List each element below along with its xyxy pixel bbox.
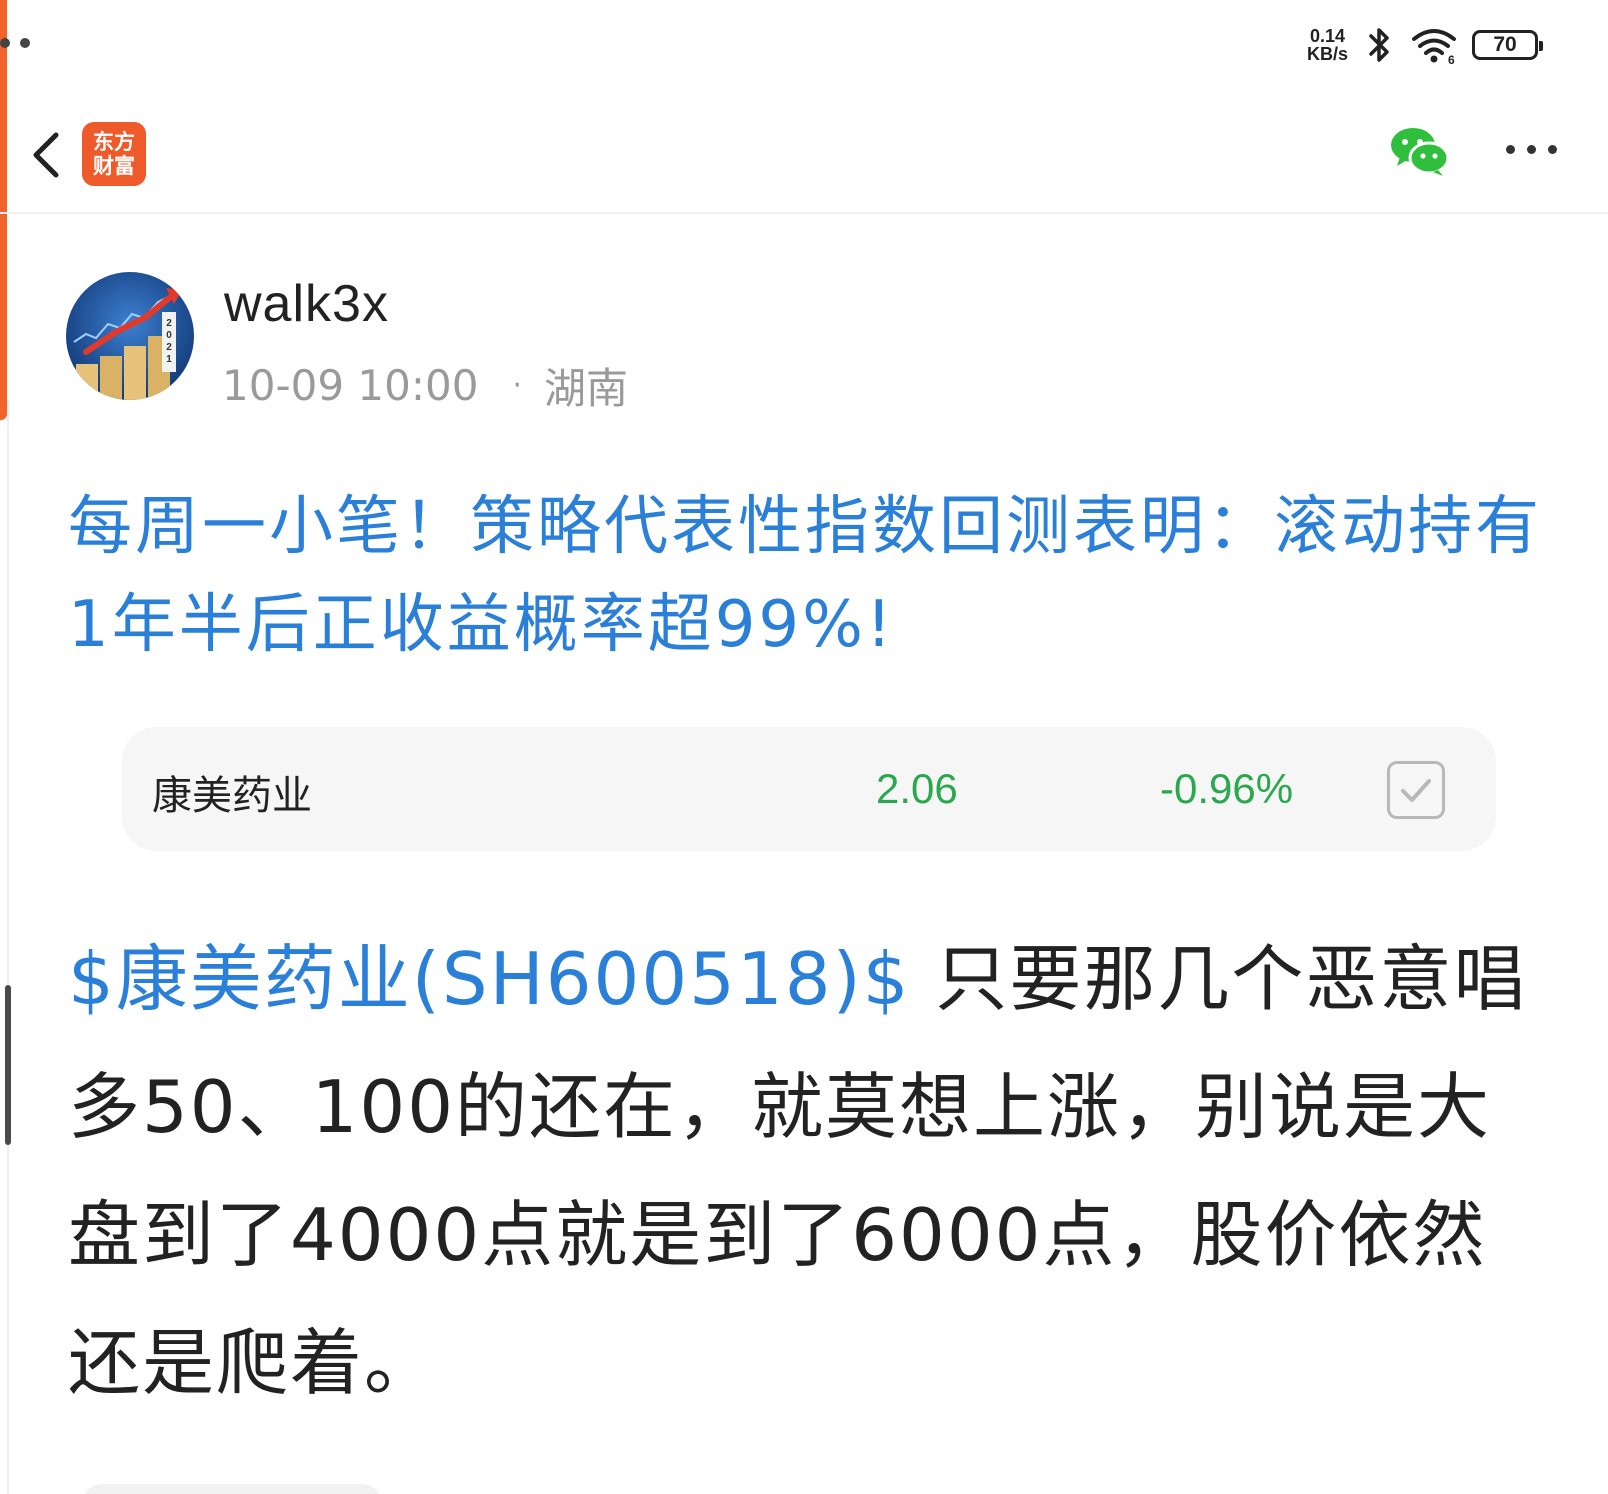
svg-text:2: 2 [166,342,172,353]
bottom-tag-pill[interactable] [82,1484,382,1494]
scrollbar[interactable] [5,985,11,1145]
stock-price: 2.06 [876,765,958,812]
brand-logo-line2: 财富 [93,153,135,178]
svg-text:6: 6 [1448,53,1455,65]
status-bar: 0.14 KB/s 6 70 [1307,22,1544,68]
app-header: 东方 财富 [0,105,1608,215]
brand-logo: 东方 财富 [82,122,146,186]
svg-text:0: 0 [166,330,172,341]
wechat-share-icon[interactable] [1390,126,1450,176]
svg-text:1: 1 [166,354,172,365]
stock-mention-link[interactable]: $康美药业(SH600518)$ [68,937,911,1021]
svg-text:2: 2 [166,318,172,329]
stock-change: -0.96% [1160,765,1294,812]
post-body: $康美药业(SH600518)$ 只要那几个恶意唱多50、100的还在，就莫想上… [68,915,1548,1427]
wifi-icon: 6 [1412,29,1456,65]
meta-separator: · [512,368,522,403]
network-speed-value: 0.14 [1309,26,1346,46]
brand-logo-line1: 东方 [93,129,135,154]
post-location: 湖南 [543,364,628,413]
stock-card[interactable]: 康美药业 2.06 -0.96% [122,727,1496,851]
more-dot-icon [1527,145,1536,154]
bluetooth-icon [1369,28,1389,62]
author-avatar[interactable]: 2 0 2 1 [66,272,194,400]
post-meta: 10-09 10:00 · 湖南 [222,355,628,416]
stock-name: 康美药业 [152,773,312,819]
more-dot-icon [1506,145,1515,154]
add-watchlist-checkbox-icon[interactable] [1387,761,1445,819]
post-datetime: 10-09 10:00 [222,361,479,410]
edge-divider [7,400,9,1494]
more-dot-icon [1548,145,1557,154]
network-speed-unit: KB/s [1306,44,1348,64]
status-dots [0,38,30,48]
author-name[interactable]: walk3x [224,274,389,334]
more-options-button[interactable] [1506,145,1566,161]
battery-indicator: 70 [1472,30,1543,60]
post-title[interactable]: 每周一小笔！策略代表性指数回测表明：滚动持有1年半后正收益概率超99%! [68,478,1558,674]
back-button[interactable] [26,125,70,185]
network-speed: 0.14 KB/s [1307,27,1348,63]
header-divider [0,212,1608,214]
